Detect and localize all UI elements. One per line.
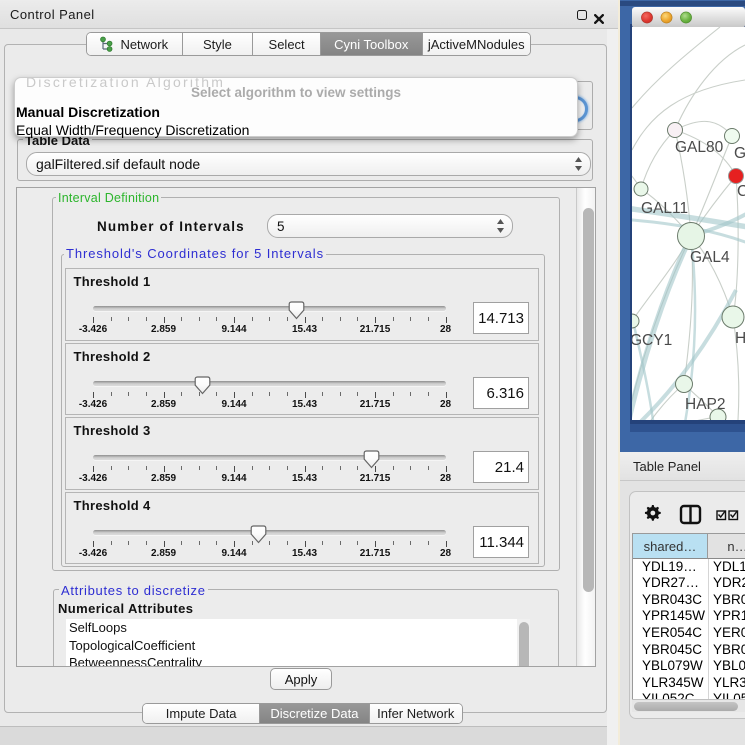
svg-text:GAL11: GAL11 (641, 200, 688, 217)
svg-text:H: H (735, 330, 745, 347)
svg-text:HAP2: HAP2 (685, 396, 726, 413)
svg-text:G…: G… (734, 145, 745, 162)
svg-text:GAL80: GAL80 (675, 139, 724, 156)
svg-text:C: C (737, 183, 745, 200)
svg-text:GAL4: GAL4 (690, 249, 730, 266)
svg-text:GCY1: GCY1 (630, 332, 672, 349)
